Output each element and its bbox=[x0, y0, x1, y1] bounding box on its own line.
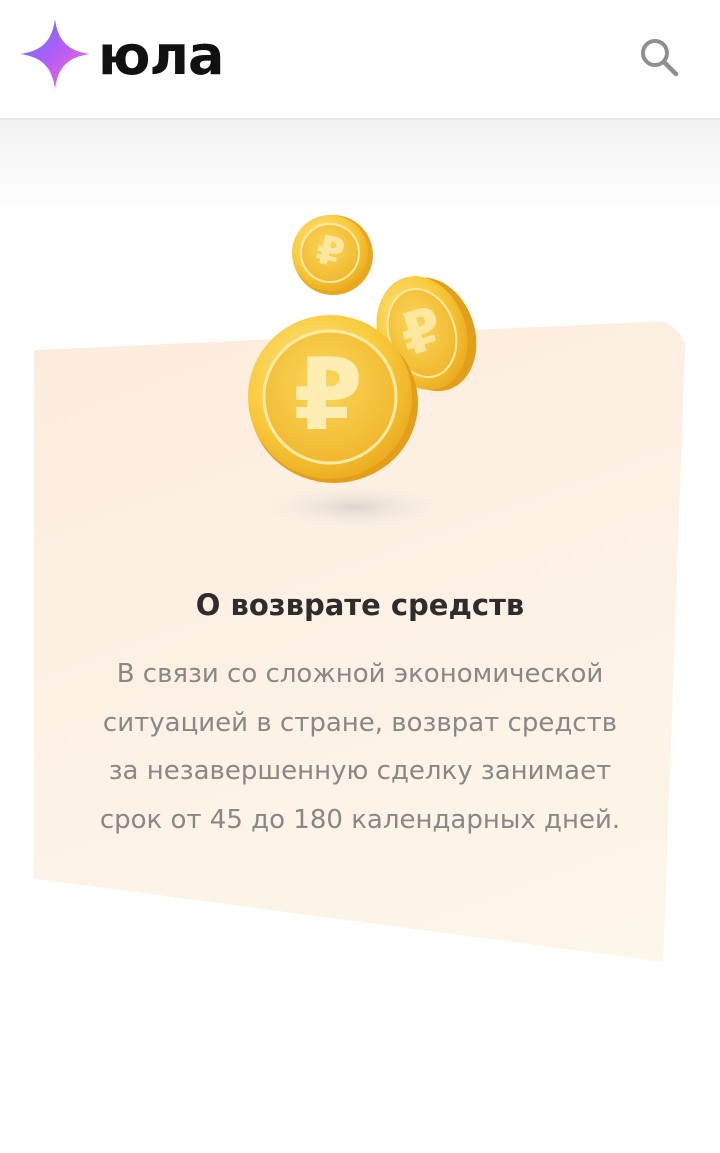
notice-title: О возврате средств bbox=[195, 588, 525, 622]
description-line: В связи со сложной экономической bbox=[116, 659, 604, 689]
description-line: за незавершенную сделку занимает bbox=[108, 756, 612, 786]
top-app-bar: юла bbox=[0, 0, 720, 120]
description-line: срок от 45 до 180 календарных дней. bbox=[99, 804, 621, 835]
ruble-coins-illustration: ₽ ₽ ₽ bbox=[248, 215, 477, 529]
svg-text:₽: ₽ bbox=[293, 336, 363, 453]
star-sparkle-icon bbox=[20, 19, 90, 89]
header-shadow bbox=[0, 120, 720, 215]
small-coin: ₽ bbox=[292, 215, 373, 295]
notice-description: В связи со сложной экономической ситуаци… bbox=[0, 650, 720, 844]
search-icon[interactable] bbox=[636, 34, 682, 80]
logo-text: юла bbox=[98, 24, 224, 87]
description-line: ситуацией в стране, возврат средств bbox=[102, 707, 618, 738]
yula-logo[interactable]: юла bbox=[18, 14, 224, 94]
